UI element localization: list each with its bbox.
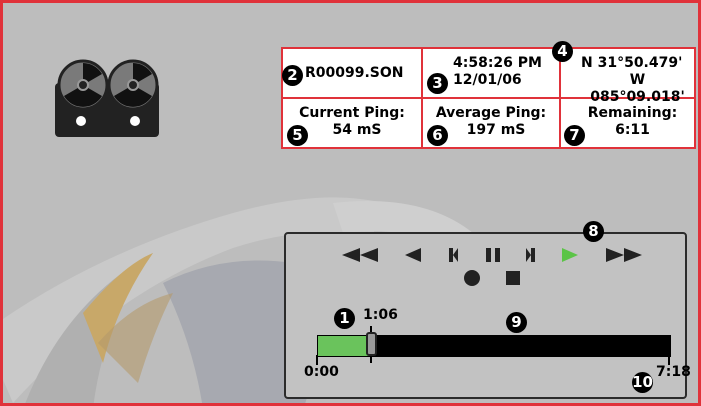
stop-button[interactable]: [504, 269, 522, 287]
callout-5: 5: [287, 125, 308, 146]
play-button[interactable]: [560, 246, 580, 264]
filename-cell: 2 R00099.SON: [282, 49, 423, 99]
pause-button[interactable]: [485, 246, 501, 264]
progress-handle[interactable]: [365, 332, 377, 356]
callout-7: 7: [564, 125, 585, 146]
recording-info-table: 2 R00099.SON 4:58:26 PM 3 12/01/06 4 N 3…: [281, 41, 696, 149]
average-ping-cell: Average Ping: 197 mS 6: [423, 99, 561, 147]
position-cell: 4 N 31°50.479' W 085°09.018': [552, 41, 694, 105]
tick-current-top: [370, 326, 372, 332]
tape-reels-icon: [55, 59, 159, 137]
callout-8: 8: [583, 221, 604, 242]
time-date-cell: 4:58:26 PM 3 12/01/06: [423, 49, 561, 99]
progress-fill: [318, 336, 372, 356]
fast-rewind-button[interactable]: [340, 246, 380, 264]
average-ping-label: Average Ping:: [435, 105, 547, 121]
step-forward-button[interactable]: [524, 246, 538, 264]
filename: R00099.SON: [305, 65, 404, 81]
callout-2: 2: [282, 65, 303, 86]
end-time-label: 7:18: [656, 364, 691, 380]
rewind-button[interactable]: [403, 246, 423, 264]
latitude: N 31°50.479': [581, 55, 683, 71]
playback-panel: 8 1 1:06 9 0:00 10 7:18: [284, 221, 691, 399]
sonar-recording-screen: 2 R00099.SON 4:58:26 PM 3 12/01/06 4 N 3…: [0, 0, 701, 406]
start-time-label: 0:00: [304, 364, 339, 380]
callout-3: 3: [427, 73, 448, 94]
callout-1: 1: [334, 308, 355, 329]
remaining-cell: Remaining: 6:11 7: [561, 99, 694, 147]
fast-forward-button[interactable]: [604, 246, 644, 264]
callout-9: 9: [506, 312, 527, 333]
callout-10: 10: [632, 372, 653, 393]
date: 12/01/06: [453, 72, 522, 88]
current-position-label: 1:06: [363, 307, 398, 323]
remaining-label: Remaining:: [587, 105, 678, 121]
time: 4:58:26 PM: [453, 55, 542, 71]
tick-current-bottom: [370, 357, 372, 363]
step-back-button[interactable]: [446, 246, 460, 264]
current-ping-cell: Current Ping: 54 mS 5: [283, 99, 423, 147]
callout-4: 4: [552, 41, 573, 62]
current-ping-label: Current Ping:: [299, 105, 405, 121]
record-button[interactable]: [462, 268, 482, 288]
callout-6: 6: [427, 125, 448, 146]
